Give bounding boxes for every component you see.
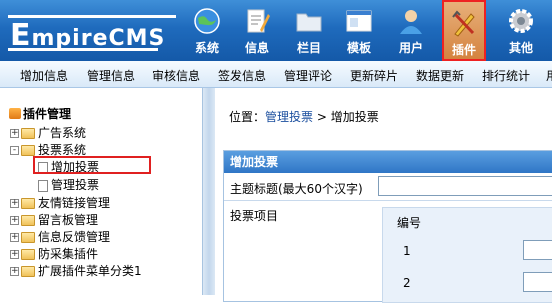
title-label: 主题标题(最大60个汉字) (230, 182, 363, 196)
folder-icon (21, 232, 35, 243)
tree-item-ads[interactable]: + 广告系统 (10, 124, 86, 140)
tree-item-anticollect[interactable]: + 防采集插件 (10, 245, 98, 261)
expand-icon[interactable]: + (10, 233, 19, 242)
module-plugin-label: 插件 (451, 43, 476, 57)
selected-highlight (33, 156, 151, 174)
vote-items-label: 投票项目 (230, 209, 279, 223)
subnav-manage-info[interactable]: 管理信息 (87, 67, 135, 84)
collapse-icon[interactable]: - (10, 146, 19, 155)
module-other[interactable]: 其他 (498, 0, 544, 61)
module-info[interactable]: 信息 (234, 0, 280, 61)
vote-items-table: 编号 1 2 (382, 207, 552, 303)
row-number: 1 (403, 244, 411, 258)
tree-item-guestbook[interactable]: + 留言板管理 (10, 211, 98, 227)
breadcrumb: 位置：管理投票 > 增加投票 (229, 110, 379, 124)
tree-item-links[interactable]: + 友情链接管理 (10, 194, 110, 210)
logo-bottom-line (8, 48, 158, 51)
module-user-label: 用户 (398, 41, 423, 55)
tree-item-feedback[interactable]: + 信息反馈管理 (10, 228, 110, 244)
main-content: 位置：管理投票 > 增加投票 增加投票 主题标题(最大60个汉字) 投票项目 编… (215, 88, 552, 303)
expand-icon[interactable]: + (10, 250, 19, 259)
panel-splitter[interactable] (202, 88, 215, 295)
expand-icon[interactable]: + (10, 129, 19, 138)
add-vote-form: 增加投票 主题标题(最大60个汉字) 投票项目 编号 1 2 (223, 150, 552, 303)
folder-icon (21, 128, 35, 139)
sub-navigation: 增加信息 管理信息 审核信息 签发信息 管理评论 更新碎片 数据更新 排行统计 … (0, 61, 552, 88)
title-input[interactable] (378, 176, 552, 196)
expand-icon[interactable]: + (10, 216, 19, 225)
folder-icon (21, 249, 35, 260)
tree-item-vote[interactable]: - 投票系统 (10, 141, 86, 157)
folder-icon (21, 215, 35, 226)
globe-icon (194, 8, 220, 34)
subnav-manage-comments[interactable]: 管理评论 (284, 67, 332, 84)
expand-icon[interactable]: + (10, 267, 19, 276)
module-template[interactable]: 模板 (336, 0, 382, 61)
gear-icon (509, 9, 533, 33)
vote-items-row: 投票项目 编号 1 2 (224, 201, 552, 303)
expand-icon[interactable]: + (10, 199, 19, 208)
module-plugin[interactable]: 插件 (442, 0, 486, 61)
edit-document-icon (247, 9, 270, 33)
folder-open-icon (21, 145, 35, 156)
title-row: 主题标题(最大60个汉字) (224, 174, 552, 201)
module-other-label: 其他 (508, 41, 533, 55)
module-info-label: 信息 (244, 41, 269, 55)
subnav-more[interactable]: 用 (546, 67, 552, 84)
subnav-sign-info[interactable]: 签发信息 (218, 67, 266, 84)
tree-title: 插件管理 (9, 105, 71, 122)
window-template-icon (346, 10, 372, 32)
module-column[interactable]: 栏目 (286, 0, 332, 61)
subnav-update-fragments[interactable]: 更新碎片 (350, 67, 398, 84)
subnav-add-info[interactable]: 增加信息 (20, 67, 68, 84)
folder-icon (296, 13, 322, 32)
user-icon (400, 10, 422, 34)
subnav-data-update[interactable]: 数据更新 (416, 67, 464, 84)
empirecms-logo: EmpireCMS (0, 6, 178, 54)
column-header-number: 编号 (397, 216, 422, 230)
module-user[interactable]: 用户 (388, 0, 434, 61)
module-template-label: 模板 (346, 41, 371, 55)
home-folder-icon (9, 108, 21, 119)
top-header: EmpireCMS 系统 信息 栏目 模板 用户 插件 其他 (0, 0, 552, 61)
folder-icon (21, 266, 35, 277)
subnav-review-info[interactable]: 审核信息 (152, 67, 200, 84)
row-number: 2 (403, 276, 411, 290)
subnav-ranking-stats[interactable]: 排行统计 (482, 67, 530, 84)
tree-item-manage-vote[interactable]: 管理投票 (36, 176, 99, 192)
vote-option-input[interactable] (523, 240, 552, 260)
vote-option-input[interactable] (523, 272, 552, 292)
folder-icon (21, 198, 35, 209)
tools-icon (452, 10, 475, 37)
breadcrumb-link[interactable]: 管理投票 (265, 110, 313, 124)
module-system-label: 系统 (194, 41, 219, 55)
module-column-label: 栏目 (296, 41, 321, 55)
module-system[interactable]: 系统 (184, 0, 230, 61)
form-header: 增加投票 (224, 151, 552, 173)
tree-item-ext-menu[interactable]: + 扩展插件菜单分类1 (10, 262, 142, 278)
document-icon (38, 179, 48, 192)
